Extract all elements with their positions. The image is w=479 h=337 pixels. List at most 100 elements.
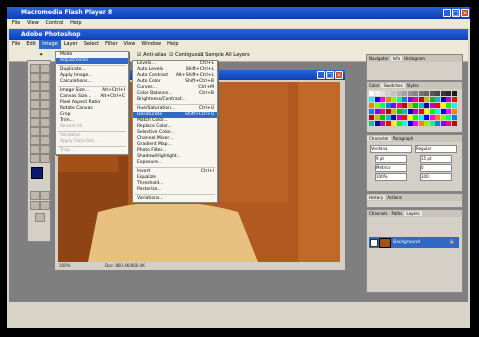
swatch[interactable] — [446, 121, 451, 126]
swatch[interactable] — [369, 97, 374, 102]
swatch[interactable] — [402, 109, 407, 114]
swatch[interactable] — [385, 97, 391, 102]
gradient-tool-icon[interactable] — [40, 109, 50, 118]
swatch[interactable] — [440, 121, 446, 126]
tab-layers[interactable]: Layers — [404, 211, 422, 216]
screen-mode-icon[interactable] — [30, 201, 40, 210]
swatch[interactable] — [374, 121, 380, 126]
leading-field[interactable]: 15 pt — [420, 155, 452, 163]
swatch[interactable] — [429, 115, 435, 120]
tab-info[interactable]: Info — [390, 56, 403, 61]
doc-maximize-button[interactable]: □ — [326, 71, 334, 79]
swatch[interactable] — [418, 103, 424, 108]
swatch[interactable] — [429, 97, 435, 102]
menu-filter[interactable]: Filter — [102, 40, 120, 49]
swatch[interactable] — [446, 109, 451, 114]
menu-layer[interactable]: Layer — [61, 40, 81, 49]
swatch[interactable] — [380, 121, 385, 126]
eraser-tool-icon[interactable] — [30, 109, 40, 118]
pen-tool-icon[interactable] — [30, 136, 40, 145]
swatch[interactable] — [380, 109, 385, 114]
swatch[interactable] — [385, 115, 391, 120]
swatch[interactable] — [418, 109, 424, 114]
dodge-tool-icon[interactable] — [40, 118, 50, 127]
swatch[interactable] — [407, 103, 413, 108]
lasso-tool-icon[interactable] — [30, 73, 40, 82]
healing-tool-icon[interactable] — [30, 91, 40, 100]
swatch[interactable] — [424, 109, 429, 114]
flash-menu-file[interactable]: File — [12, 20, 20, 26]
adjustments-menu-item[interactable]: Brightness/Contrast... — [133, 97, 217, 103]
swatch[interactable] — [385, 103, 391, 108]
menu-edit[interactable]: Edit — [23, 40, 39, 49]
horizontal-scale-field[interactable]: 100 — [420, 173, 452, 181]
image-menu-item[interactable]: Trap... — [56, 148, 128, 154]
swatch[interactable] — [446, 97, 451, 102]
swatch[interactable] — [374, 109, 380, 114]
swatch[interactable] — [391, 103, 396, 108]
swatch[interactable] — [413, 121, 418, 126]
swatch[interactable] — [418, 121, 424, 126]
swatch[interactable] — [429, 121, 435, 126]
swatch[interactable] — [369, 109, 374, 114]
swatch[interactable] — [435, 91, 440, 96]
path-select-tool-icon[interactable] — [30, 127, 40, 136]
quick-mask-off-icon[interactable] — [30, 191, 40, 200]
swatch[interactable] — [402, 91, 407, 96]
swatch[interactable] — [451, 121, 457, 126]
doc-close-button[interactable]: × — [335, 71, 343, 79]
swatch[interactable] — [440, 91, 446, 96]
swatch[interactable] — [424, 121, 429, 126]
close-button[interactable]: × — [461, 9, 469, 17]
swatch[interactable] — [429, 109, 435, 114]
menu-help[interactable]: Help — [164, 40, 181, 49]
swatch[interactable] — [413, 103, 418, 108]
adjustments-menu-item[interactable]: Variations... — [133, 196, 217, 202]
swatch[interactable] — [451, 97, 457, 102]
font-style-select[interactable]: Regular — [415, 145, 457, 153]
magic-wand-tool-icon[interactable] — [40, 73, 50, 82]
swatch[interactable] — [418, 97, 424, 102]
swatch[interactable] — [369, 121, 374, 126]
swatch[interactable] — [374, 115, 380, 120]
swatch[interactable] — [435, 121, 440, 126]
swatch[interactable] — [407, 97, 413, 102]
swatch[interactable] — [407, 121, 413, 126]
image-menu-item[interactable]: Adjustments — [56, 58, 128, 64]
flash-menu-control[interactable]: Control — [45, 20, 63, 26]
eyedropper-tool-icon[interactable] — [40, 145, 50, 154]
swatch[interactable] — [413, 91, 418, 96]
swatch[interactable] — [446, 115, 451, 120]
tab-paragraph[interactable]: Paragraph — [391, 136, 416, 141]
shape-tool-icon[interactable] — [40, 136, 50, 145]
swatch[interactable] — [380, 91, 385, 96]
menu-window[interactable]: Window — [138, 40, 164, 49]
swatch[interactable] — [396, 103, 402, 108]
type-tool-icon[interactable] — [40, 127, 50, 136]
tab-styles[interactable]: Styles — [405, 83, 421, 88]
zoom-tool-icon[interactable] — [40, 154, 50, 163]
blur-tool-icon[interactable] — [30, 118, 40, 127]
swatch[interactable] — [391, 91, 396, 96]
swatch[interactable] — [396, 109, 402, 114]
tab-navigator[interactable]: Navigator — [367, 56, 391, 61]
swatch[interactable] — [396, 115, 402, 120]
doc-minimize-button[interactable]: _ — [317, 71, 325, 79]
swatch[interactable] — [407, 115, 413, 120]
imageready-icon[interactable] — [35, 213, 45, 222]
swatch[interactable] — [374, 91, 380, 96]
flash-menu-help[interactable]: Help — [70, 20, 81, 26]
tab-channels[interactable]: Channels — [367, 211, 390, 216]
swatch[interactable] — [391, 115, 396, 120]
swatch[interactable] — [385, 91, 391, 96]
adjustments-menu-item[interactable]: Posterize... — [133, 187, 217, 193]
swatch[interactable] — [413, 97, 418, 102]
tab-actions[interactable]: Actions — [385, 195, 404, 200]
swatch[interactable] — [424, 115, 429, 120]
swatch[interactable] — [440, 103, 446, 108]
swatch[interactable] — [380, 103, 385, 108]
layer-row-background[interactable]: Background 🔒 — [369, 237, 459, 248]
swatch[interactable] — [413, 109, 418, 114]
notes-tool-icon[interactable] — [30, 145, 40, 154]
swatch[interactable] — [391, 109, 396, 114]
